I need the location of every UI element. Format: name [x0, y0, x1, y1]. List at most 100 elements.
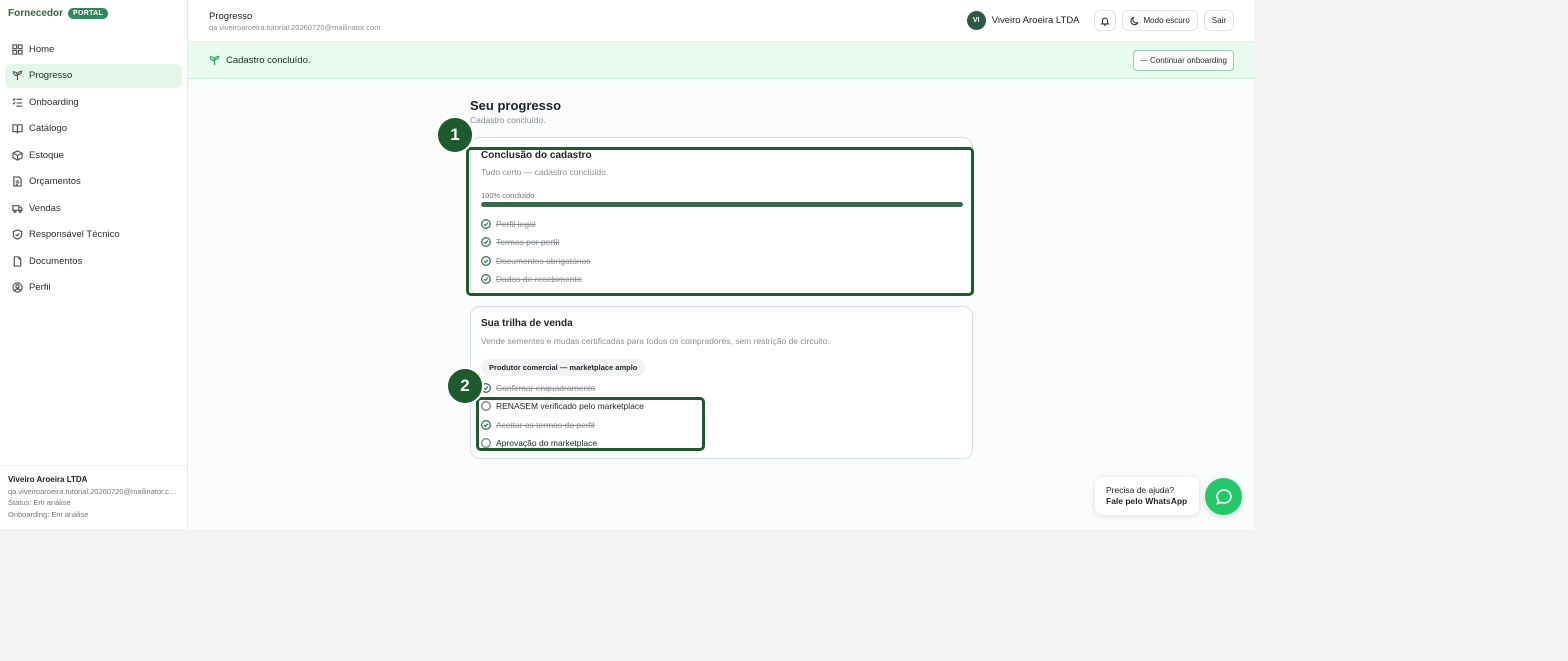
whatsapp-button[interactable] [1205, 478, 1242, 515]
brand-badge: PORTAL [68, 8, 109, 19]
progress-bar [481, 202, 963, 207]
trail-item: Aceitar os termos do perfil [481, 416, 644, 434]
checklist-item-label: Perfil legal [496, 219, 536, 230]
trail-profile-chip: Produtor comercial — marketplace amplo [481, 359, 646, 376]
annotation-marker-2: 2 [446, 367, 484, 405]
sidebar-item-label: Estoque [29, 149, 64, 161]
sidebar: Fornecedor PORTAL Home Progresso Onboard… [0, 0, 188, 529]
sales-trail-card: Sua trilha de venda Vende sementes e mud… [470, 306, 973, 459]
sidebar-nav: Home Progresso Onboarding Catálogo Estoq… [5, 37, 182, 302]
sidebar-item-label: Catálogo [29, 123, 68, 134]
sidebar-item-label: Documentos [29, 255, 83, 267]
logout-button[interactable]: Sair [1203, 10, 1234, 31]
check-circle-icon [481, 219, 491, 230]
progress-label: 100% concluído [481, 191, 535, 200]
checklist-item: Dados de recebimento [481, 270, 591, 288]
account-onboarding-status: Onboarding: Em análise [8, 509, 89, 519]
sidebar-item-label: Progresso [29, 70, 73, 81]
empty-circle-icon [481, 401, 491, 412]
trail-item: RENASEM verificado pelo marketplace [481, 397, 644, 415]
company-name: Viveiro Aroeira LTDA [991, 15, 1080, 26]
sales-trail-title: Sua trilha de venda [481, 318, 573, 329]
help-bubble[interactable]: Precisa de ajuda? Fale pelo WhatsApp [1095, 477, 1199, 515]
sprout-icon [12, 70, 23, 81]
sidebar-item-catalogo[interactable]: Catálogo [5, 117, 182, 141]
book-icon [12, 124, 23, 134]
sidebar-item-label: Home [29, 43, 55, 55]
trail-item-label: Confirmar enquadramento [496, 383, 596, 394]
checklist-item-label: Dados de recebimento [496, 274, 582, 285]
completion-card-description: Tudo certo — cadastro concluído. [481, 167, 609, 177]
sprout-icon [209, 55, 220, 66]
top-header: Progresso qa.viveiroaroeira.tutorial.202… [188, 0, 1254, 42]
banner-message: Cadastro concluído. [209, 55, 311, 66]
sidebar-item-label: Orçamentos [29, 176, 81, 187]
bell-icon [1099, 17, 1110, 26]
empty-circle-icon [481, 438, 491, 448]
document-icon [13, 176, 22, 187]
check-circle-icon [481, 237, 491, 248]
dark-mode-button[interactable]: Modo escuro [1121, 10, 1198, 31]
banner-text: Cadastro concluído. [226, 55, 311, 66]
header-actions: VI Viveiro Aroeira LTDA Modo escuro Sair [966, 10, 1234, 31]
sidebar-item-label: Vendas [29, 202, 61, 214]
completion-checklist: Perfil legal Termos por perfil Documento… [481, 215, 591, 288]
sidebar-account: Viveiro Aroeira LTDA qa.viveiroaroeira.t… [0, 465, 187, 529]
page-subtitle: Cadastro concluído. [470, 115, 546, 125]
help-line-1: Precisa de ajuda? [1106, 485, 1175, 495]
account-name: Viveiro Aroeira LTDA [8, 475, 88, 484]
check-circle-icon [481, 255, 491, 266]
sidebar-item-perfil[interactable]: Perfil [5, 276, 182, 300]
brand: Fornecedor PORTAL [8, 8, 109, 19]
sidebar-item-progresso[interactable]: Progresso [5, 63, 182, 88]
checklist-icon [12, 97, 23, 107]
sidebar-item-orcamentos[interactable]: Orçamentos [5, 170, 182, 194]
help-line-2: Fale pelo WhatsApp [1106, 496, 1188, 506]
checklist-item: Documentos obrigatórios [481, 252, 591, 270]
annotation-marker-1: 1 [436, 116, 474, 154]
brand-name: Fornecedor [8, 8, 64, 19]
completion-card: Conclusão do cadastro Tudo certo — cadas… [470, 137, 973, 296]
sidebar-item-estoque[interactable]: Estoque [5, 143, 182, 167]
sales-trail-description: Vende sementes e mudas certificadas para… [481, 336, 830, 346]
account-status: Status: Em análise [8, 498, 71, 507]
user-icon [12, 282, 23, 293]
chat-bubble-icon [1215, 488, 1232, 505]
progress-fill [481, 202, 963, 207]
account-email: qa.viveiroaroeira.tutorial.20260720@mail… [8, 486, 179, 496]
check-circle-icon [481, 274, 491, 284]
sidebar-item-vendas[interactable]: Vendas [5, 196, 182, 220]
check-circle-icon [481, 419, 491, 430]
avatar[interactable]: VI [966, 11, 986, 30]
trail-item: Aprovação do marketplace [481, 434, 644, 452]
shield-icon [12, 229, 23, 240]
sidebar-item-onboarding[interactable]: Onboarding [5, 90, 182, 114]
checklist-item-label: Documentos obrigatórios [496, 255, 591, 266]
completion-card-title: Conclusão do cadastro [481, 150, 592, 161]
trail-item-label: Aprovação do marketplace [496, 438, 598, 449]
trail-item-label: RENASEM verificado pelo marketplace [496, 401, 644, 412]
trail-item: Confirmar enquadramento [481, 379, 644, 397]
sidebar-item-label: Onboarding [29, 96, 79, 108]
moon-icon [1129, 16, 1138, 25]
continue-onboarding-button[interactable]: — Continuar onboarding [1132, 50, 1234, 71]
trail-checklist: Confirmar enquadramento RENASEM verifica… [481, 379, 644, 452]
grid-icon [12, 43, 23, 55]
page-header-title: Progresso [209, 11, 253, 22]
box-icon [12, 149, 23, 161]
notifications-button[interactable] [1093, 10, 1116, 31]
checklist-item: Perfil legal [481, 215, 591, 233]
sidebar-item-documentos[interactable]: Documentos [5, 249, 182, 273]
page-header-email: qa.viveiroaroeira.tutorial.20260720@mail… [209, 23, 381, 32]
sidebar-item-label: Responsável Técnico [29, 229, 120, 240]
app-window: Fornecedor PORTAL Home Progresso Onboard… [0, 0, 1254, 529]
file-icon [13, 255, 22, 267]
sidebar-item-responsavel-tecnico[interactable]: Responsável Técnico [5, 223, 182, 247]
sidebar-item-home[interactable]: Home [5, 37, 182, 61]
checklist-item-label: Termos por perfil [496, 237, 560, 248]
dark-mode-label: Modo escuro [1143, 16, 1190, 25]
checklist-item: Termos por perfil [481, 233, 591, 251]
trail-item-label: Aceitar os termos do perfil [496, 419, 595, 430]
page-title: Seu progresso [470, 98, 562, 113]
truck-icon [12, 204, 23, 213]
